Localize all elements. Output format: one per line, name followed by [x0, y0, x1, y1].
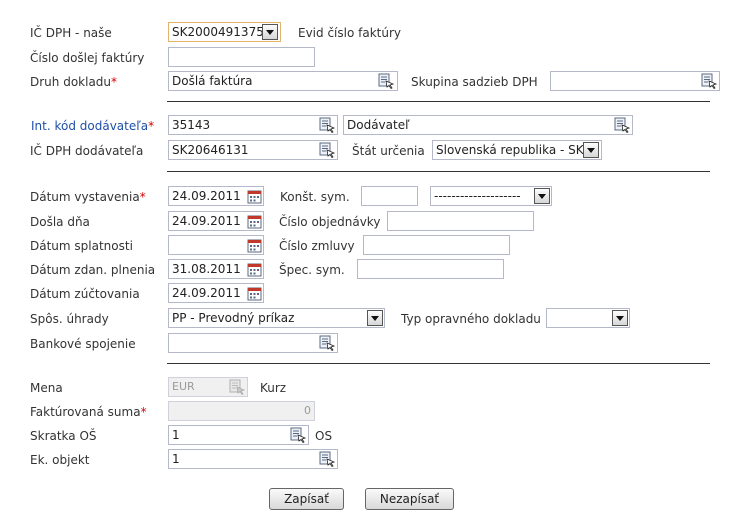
druh-dokladu-label-text: Druh dokladu [30, 75, 112, 89]
ic-dph-nase-label: IČ DPH - naše [30, 26, 112, 40]
spos-uhrady-select[interactable]: PP - Prevodný príkaz [168, 308, 385, 328]
skupina-sadzieb-label: Skupina sadzieb DPH [411, 75, 538, 89]
konst-sym-input[interactable] [361, 186, 418, 206]
skratka-os-lookup-icon[interactable] [289, 426, 307, 444]
required-mark: * [139, 190, 146, 204]
datum-zdan-plnenia-label: Dátum zdan. plnenia [30, 263, 156, 277]
skupina-sadzieb-input[interactable] [550, 71, 720, 91]
bankove-spojenie-lookup-icon[interactable] [318, 334, 336, 352]
datum-zuctovania-label: Dátum zúčtovania [30, 287, 140, 301]
spos-uhrady-value: PP - Prevodný príkaz [172, 311, 295, 325]
int-kod-label-text: Int. kód dodávateľa [31, 119, 149, 133]
fakturovana-suma-label: Faktúrovaná suma* [30, 404, 147, 420]
ic-dph-dodavatela-lookup-icon[interactable] [318, 141, 336, 159]
dodavatel-input[interactable]: Dodávateľ [343, 115, 633, 135]
datum-zdan-plnenia-calendar-icon[interactable] [245, 260, 263, 278]
spos-uhrady-label: Spôs. úhrady [30, 312, 109, 326]
typ-opravneho-label: Typ opravného dokladu [401, 312, 541, 326]
dosla-dna-calendar-icon[interactable] [245, 212, 263, 230]
druh-dokladu-label: Druh dokladu* [30, 74, 117, 90]
stat-urcenia-value: Slovenská republika - SK [436, 143, 584, 157]
fakturovana-suma-input: 0 [168, 401, 315, 421]
section-divider [167, 101, 710, 102]
stat-urcenia-dropdown-button[interactable] [583, 142, 599, 158]
bankove-spojenie-input[interactable] [168, 333, 338, 353]
druh-dokladu-input[interactable]: Došlá faktúra [168, 71, 398, 91]
konst-sym-label: Konšt. sym. [280, 190, 350, 204]
typ-opravneho-dropdown-button[interactable] [612, 310, 628, 326]
dosla-dna-label: Došla dňa [30, 215, 90, 229]
spec-sym-label: Špec. sym. [279, 263, 345, 277]
ic-dph-dodavatela-input[interactable]: SK20646131 [168, 140, 338, 160]
ic-dph-dodavatela-label: IČ DPH dodávateľa [30, 144, 144, 158]
ek-objekt-input[interactable]: 1 [168, 449, 338, 469]
skratka-os-label: Skratka OŠ [30, 429, 97, 443]
spos-uhrady-dropdown-button[interactable] [367, 310, 383, 326]
ic-dph-nase-value: SK2000491375 [172, 25, 264, 39]
required-mark: * [148, 119, 155, 133]
cislo-zmluvy-label: Číslo zmluvy [279, 239, 355, 253]
cislo-faktury-label: Číslo došlej faktúry [30, 51, 145, 65]
skratka-os-input[interactable]: 1 [168, 425, 309, 445]
cislo-zmluvy-input[interactable] [363, 235, 510, 255]
required-mark: * [111, 75, 118, 89]
druh-dokladu-lookup-icon[interactable] [377, 72, 395, 90]
ic-dph-nase-dropdown-button[interactable] [262, 24, 278, 40]
int-kod-lookup-icon[interactable] [318, 116, 336, 134]
fakturovana-suma-label-text: Faktúrovaná suma [30, 405, 141, 419]
bankove-spojenie-label: Bankové spojenie [30, 337, 136, 351]
skupina-sadzieb-lookup-icon[interactable] [700, 72, 718, 90]
save-button[interactable]: Zapísať [269, 488, 344, 510]
cislo-objednavky-label: Číslo objednávky [279, 215, 381, 229]
datum-splatnosti-label: Dátum splatnosti [30, 239, 133, 253]
cislo-objednavky-input[interactable] [387, 211, 534, 231]
section-divider [167, 363, 710, 364]
section-divider [167, 171, 710, 172]
datum-splatnosti-calendar-icon[interactable] [245, 236, 263, 254]
int-kod-input[interactable]: 35143 [168, 115, 338, 135]
ek-objekt-label: Ek. objekt [30, 453, 90, 467]
datum-vystavenia-label: Dátum vystavenia* [30, 189, 146, 205]
mena-lookup-icon [228, 378, 246, 396]
datum-vystavenia-label-text: Dátum vystavenia [30, 190, 140, 204]
ek-objekt-lookup-icon[interactable] [318, 450, 336, 468]
skratka-os-suffix: OS [315, 429, 333, 443]
kurz-label: Kurz [260, 381, 287, 395]
dodavatel-lookup-icon[interactable] [613, 116, 631, 134]
konst-sym-dropdown-button[interactable] [534, 188, 550, 204]
evid-cislo-label: Evid číslo faktúry [298, 26, 401, 40]
datum-zuctovania-calendar-icon[interactable] [245, 284, 263, 302]
konst-sym-select-value: -------------------- [434, 189, 521, 203]
mena-label: Mena [30, 381, 63, 395]
datum-vystavenia-calendar-icon[interactable] [245, 187, 263, 205]
cislo-faktury-input[interactable] [168, 47, 315, 67]
stat-urcenia-select[interactable]: Slovenská republika - SK [432, 140, 602, 160]
required-mark: * [140, 405, 147, 419]
int-kod-label[interactable]: Int. kód dodávateľa* [31, 118, 154, 134]
cancel-button[interactable]: Nezapísať [365, 488, 454, 510]
stat-urcenia-label: Štát určenia [352, 144, 425, 158]
spec-sym-input[interactable] [357, 259, 504, 279]
